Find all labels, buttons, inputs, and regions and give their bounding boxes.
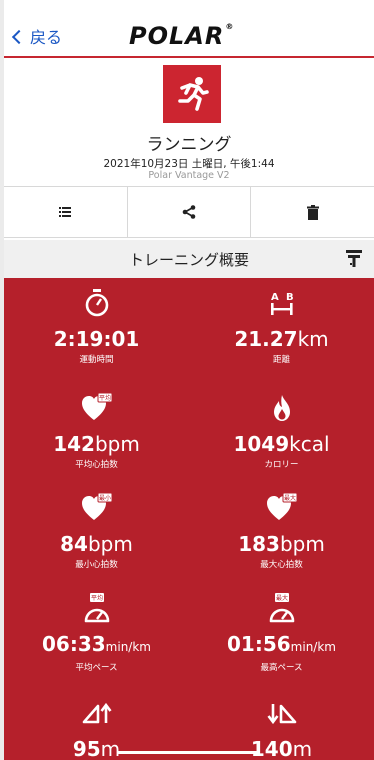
app-screen: 戻る POLAR® ランニング 2021年10月23日 土曜日, 午後1:44 … — [4, 0, 374, 760]
descent-unit: m — [292, 737, 313, 760]
filter-icon — [346, 250, 362, 267]
training-summary-header: トレーニング概要 — [4, 240, 374, 278]
avg-pace-unit: min/km — [105, 640, 151, 654]
stat-avg-pace: 平均 06:33min/km 平均ペース — [4, 593, 189, 674]
distance-value: 21.27 — [234, 327, 298, 351]
ascent-icon — [82, 702, 112, 724]
max-pace-unit: min/km — [290, 640, 336, 654]
activity-header: ランニング 2021年10月23日 土曜日, 午後1:44 Polar Vant… — [4, 60, 374, 186]
list-icon — [59, 207, 72, 217]
max-hr-unit: bpm — [279, 532, 325, 556]
summary-title: トレーニング概要 — [128, 251, 249, 269]
heart-avg-icon: 平均 — [81, 393, 112, 420]
stat-min-heart-rate: 最小 84bpm 最小心拍数 — [4, 493, 189, 571]
avg-hr-value: 142 — [53, 432, 95, 456]
distance-label: 距離 — [272, 355, 290, 365]
stat-duration: 2:19:01 運動時間 — [4, 288, 189, 366]
min-hr-value: 84 — [60, 532, 88, 556]
distance-icon: A B — [270, 292, 294, 315]
brand-name: POLAR — [129, 22, 225, 50]
max-hr-value: 183 — [238, 532, 280, 556]
min-hr-unit: bpm — [87, 532, 133, 556]
elevation-divider — [118, 751, 260, 754]
descent-value: 140 — [250, 737, 293, 760]
stat-calories: 1049kcal カロリー — [189, 393, 374, 471]
duration-label: 運動時間 — [79, 355, 114, 365]
top-navigation-bar: 戻る POLAR® — [4, 0, 374, 58]
calories-unit: kcal — [289, 432, 330, 456]
stat-distance: A B 21.27km 距離 — [189, 288, 374, 366]
stat-avg-heart-rate: 平均 142bpm 平均心拍数 — [4, 393, 189, 471]
trash-icon — [306, 204, 319, 220]
max-pace-value: 01:56 — [227, 632, 291, 656]
polar-logo: POLAR® — [129, 22, 234, 50]
avg-hr-label: 平均心拍数 — [75, 460, 118, 470]
training-summary-stats: 2:19:01 運動時間 A B 21.27km 距離 平均 142bpm 平均… — [4, 278, 374, 760]
max-pace-label: 最高ペース — [260, 663, 303, 673]
distance-unit: km — [297, 327, 329, 351]
duration-value: 2:19:01 — [53, 327, 140, 351]
running-sport-icon — [163, 65, 221, 123]
details-list-button[interactable] — [4, 187, 127, 237]
ascent-value: 95 — [72, 737, 101, 760]
share-icon — [182, 205, 196, 219]
avg-hr-unit: bpm — [94, 432, 140, 456]
descent-icon — [266, 704, 296, 725]
stat-max-pace: 最大 01:56min/km 最高ペース — [189, 593, 374, 674]
calories-value: 1049 — [233, 432, 290, 456]
avg-pace-badge: 平均 — [90, 594, 102, 602]
min-badge: 最小 — [98, 494, 110, 502]
heart-max-icon: 最大 — [266, 493, 297, 520]
action-bar — [4, 186, 374, 238]
max-pace-badge: 最大 — [275, 594, 287, 602]
device-name: Polar Vantage V2 — [148, 170, 230, 181]
max-hr-label: 最大心拍数 — [260, 560, 303, 570]
stat-max-heart-rate: 最大 183bpm 最大心拍数 — [189, 493, 374, 571]
avg-pace-label: 平均ペース — [75, 663, 118, 673]
min-hr-label: 最小心拍数 — [75, 560, 118, 570]
pace-avg-icon: 平均 — [84, 593, 109, 623]
flame-icon — [273, 395, 290, 421]
avg-pace-value: 06:33 — [42, 632, 106, 656]
pace-max-icon: 最大 — [269, 593, 294, 623]
stopwatch-icon — [85, 289, 108, 317]
chevron-left-icon — [11, 29, 27, 44]
brand-registered-mark: ® — [225, 22, 235, 31]
sport-name: ランニング — [146, 135, 232, 155]
svg-text:A: A — [271, 292, 279, 303]
calories-label: カロリー — [264, 460, 299, 470]
max-badge: 最大 — [283, 494, 295, 502]
customize-summary-button[interactable] — [346, 250, 362, 272]
avg-badge: 平均 — [98, 394, 110, 402]
ascent-unit: m — [100, 737, 121, 760]
svg-text:B: B — [286, 292, 294, 303]
back-button[interactable]: 戻る — [11, 24, 63, 48]
heart-min-icon: 最小 — [81, 493, 112, 520]
activity-datetime: 2021年10月23日 土曜日, 午後1:44 — [103, 158, 275, 170]
delete-button[interactable] — [250, 187, 374, 237]
share-button[interactable] — [126, 187, 251, 237]
back-label: 戻る — [30, 28, 63, 47]
